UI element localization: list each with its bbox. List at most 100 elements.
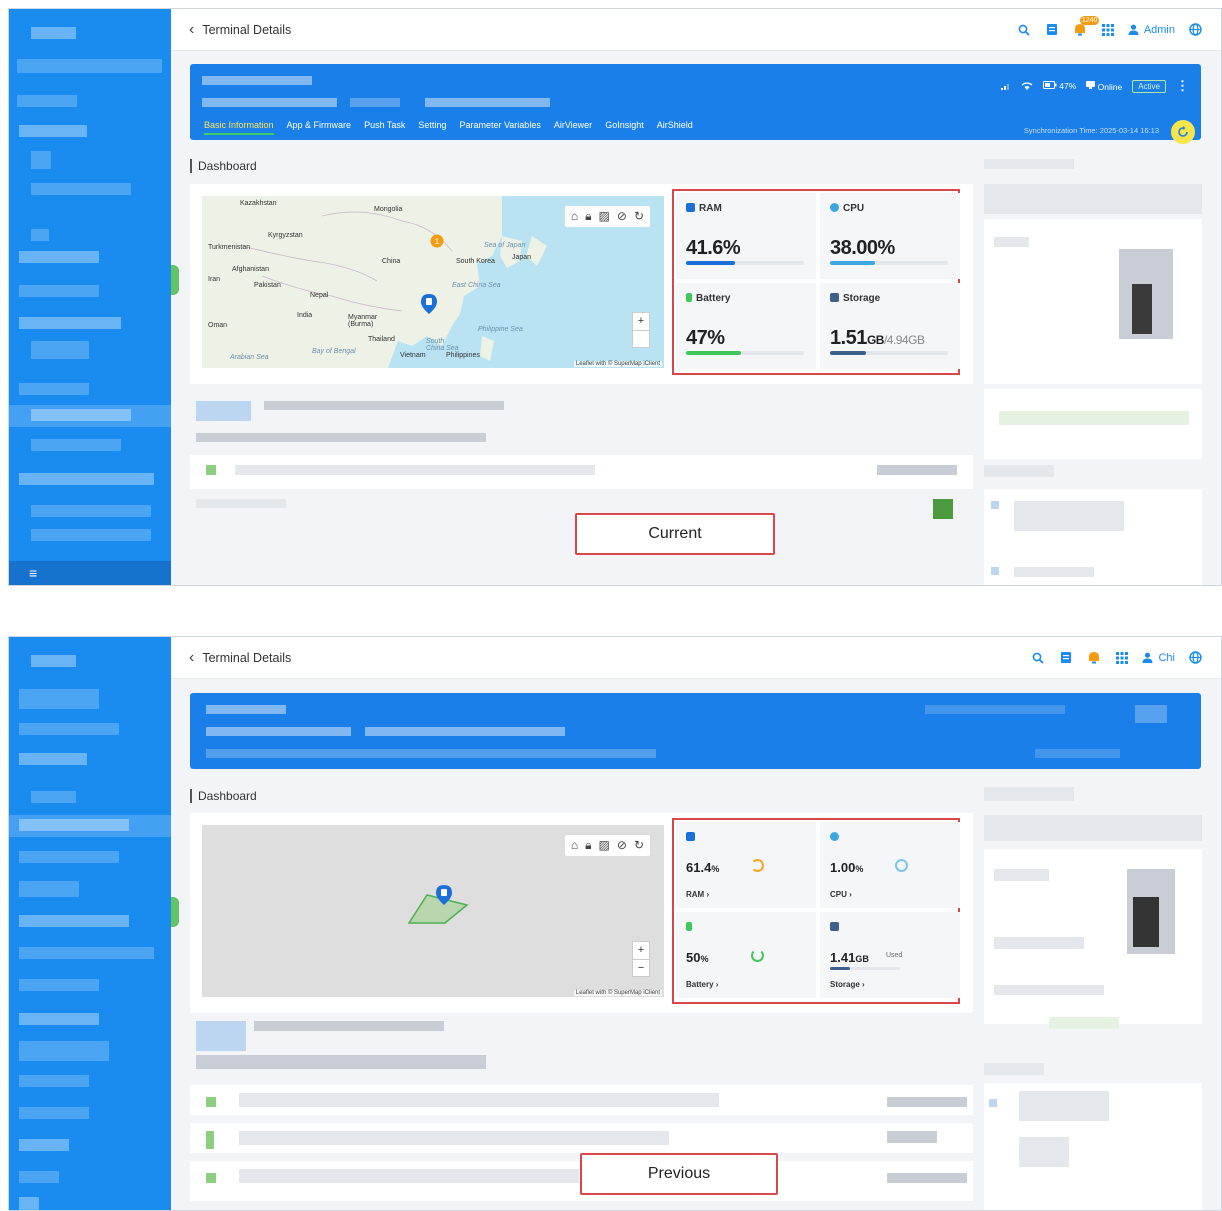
terminal-info [202, 98, 337, 107]
sidebar-item[interactable] [19, 1041, 109, 1061]
sidebar-item[interactable] [31, 505, 151, 517]
zoom-out-button[interactable]: − [633, 959, 649, 977]
tab-airshield[interactable]: AirShield [657, 120, 693, 135]
sidebar-item[interactable] [19, 125, 87, 137]
sidebar-item[interactable] [19, 1013, 99, 1025]
draw-area-icon[interactable]: ▨ [599, 209, 610, 224]
sidebar-item[interactable] [31, 529, 151, 541]
sidebar-item[interactable] [19, 881, 79, 897]
tab-parameter-variables[interactable]: Parameter Variables [459, 120, 540, 135]
search-icon[interactable] [1030, 650, 1046, 666]
map-label: South Korea [456, 258, 495, 265]
notification-icon[interactable]: 1240 [1072, 15, 1100, 38]
battery-label[interactable]: Battery › [686, 980, 718, 989]
sidebar-item[interactable] [19, 285, 99, 297]
more-icon[interactable]: ⋮ [1176, 78, 1189, 94]
user-menu[interactable]: Chi [1142, 652, 1175, 664]
sidebar-item[interactable] [19, 723, 119, 735]
sidebar-item[interactable] [19, 979, 99, 991]
sidebar-collapse[interactable]: ≡ [9, 561, 171, 585]
battery-card[interactable]: 50% Battery › [676, 912, 816, 998]
storage-label[interactable]: Storage › [830, 980, 865, 989]
menu-icon[interactable]: ≡ [29, 565, 37, 581]
sidebar-item[interactable] [19, 383, 89, 395]
sidebar-item[interactable] [31, 439, 121, 451]
sidebar-item[interactable] [19, 1107, 89, 1119]
sidebar-item[interactable] [31, 229, 49, 241]
cpu-progress-fill [830, 261, 875, 265]
cpu-label[interactable]: CPU › [830, 890, 852, 899]
cluster-marker-icon[interactable]: 1 [430, 234, 444, 250]
user-menu[interactable]: Admin [1128, 24, 1175, 36]
sidebar-item[interactable] [19, 1139, 69, 1151]
location-map[interactable]: ⌂ 🔒︎ ▨ ⊘ ↻ + − Leaflet with © SuperMap i… [202, 825, 664, 997]
tab-push-task[interactable]: Push Task [364, 120, 405, 135]
sidebar-edge-handle[interactable] [171, 265, 179, 295]
cpu-value: 1.00% [830, 860, 864, 875]
zoom-in-button[interactable]: + [633, 942, 649, 959]
sidebar-item[interactable] [19, 473, 154, 485]
sidebar-item[interactable] [19, 317, 121, 329]
sidebar-item[interactable] [19, 915, 129, 927]
blurred-content [999, 411, 1189, 425]
sidebar-item[interactable] [19, 689, 99, 709]
sidebar-item[interactable] [19, 819, 129, 831]
basket-tool-icon[interactable]: ⌂ [571, 209, 578, 224]
sidebar-item[interactable] [31, 409, 131, 421]
sidebar-edge-handle[interactable] [171, 897, 179, 927]
sidebar-item[interactable] [31, 183, 131, 195]
sidebar-item[interactable] [19, 1171, 59, 1183]
cpu-card[interactable]: 1.00% CPU › [820, 822, 960, 908]
storage-progress-fill [830, 967, 850, 970]
sidebar-item[interactable] [19, 251, 99, 263]
sidebar-item[interactable] [31, 791, 76, 803]
sidebar-item[interactable] [31, 341, 89, 359]
sidebar-item[interactable] [19, 1075, 89, 1087]
sidebar-item[interactable] [19, 1197, 39, 1210]
back-icon[interactable]: ‹ [189, 649, 194, 667]
search-icon[interactable] [1016, 22, 1032, 38]
sidebar-item[interactable] [19, 753, 87, 765]
document-icon[interactable] [1044, 22, 1060, 38]
globe-icon[interactable] [1187, 22, 1203, 38]
sidebar-item[interactable] [17, 59, 162, 73]
draw-area-icon[interactable]: ▨ [599, 838, 610, 853]
sidebar-item[interactable] [19, 851, 119, 863]
document-icon[interactable] [1058, 650, 1074, 666]
tab-goinsight[interactable]: GoInsight [605, 120, 644, 135]
lock-tool-icon[interactable]: 🔒︎ [585, 209, 591, 224]
tab-basic-information[interactable]: Basic Information [204, 120, 274, 135]
tab-setting[interactable]: Setting [418, 120, 446, 135]
ram-card[interactable]: 61.4% RAM › [676, 822, 816, 908]
map-label: Kazakhstan [240, 200, 277, 207]
back-icon[interactable]: ‹ [189, 21, 194, 39]
location-map[interactable]: Kazakhstan Mongolia Kyrgyzstan Turkmenis… [202, 196, 664, 368]
apps-grid-icon[interactable] [1114, 650, 1130, 666]
lock-tool-icon[interactable]: 🔒︎ [585, 838, 591, 853]
sidebar-item[interactable] [17, 95, 77, 107]
refresh-icon[interactable]: ↻ [634, 209, 644, 224]
tab-airviewer[interactable]: AirViewer [554, 120, 592, 135]
refresh-icon[interactable]: ↻ [634, 838, 644, 853]
terminal-marker-icon[interactable] [436, 885, 452, 905]
globe-icon[interactable] [1187, 650, 1203, 666]
battery-card[interactable]: Battery 47% [676, 283, 816, 369]
ram-card[interactable]: RAM 41.6% [676, 193, 816, 279]
basket-tool-icon[interactable]: ⌂ [571, 838, 578, 853]
tab-app-firmware[interactable]: App & Firmware [287, 120, 352, 135]
cpu-card[interactable]: CPU 38.00% [820, 193, 960, 279]
storage-card[interactable]: 1.41GB Used Storage › [820, 912, 960, 998]
sidebar-item[interactable] [31, 151, 51, 169]
ram-label[interactable]: RAM › [686, 890, 709, 899]
clear-icon[interactable]: ⊘ [617, 209, 627, 224]
user-icon [1128, 24, 1139, 35]
sync-refresh-icon[interactable] [1171, 120, 1195, 144]
terminal-marker-icon[interactable] [421, 294, 437, 314]
clear-icon[interactable]: ⊘ [617, 838, 627, 853]
sidebar-item[interactable] [19, 947, 154, 959]
zoom-in-button[interactable]: + [633, 313, 649, 330]
storage-card[interactable]: Storage 1.51GB/4.94GB [820, 283, 960, 369]
apps-grid-icon[interactable] [1100, 22, 1116, 38]
notification-icon[interactable] [1086, 650, 1102, 666]
zoom-out-button[interactable] [633, 330, 649, 331]
